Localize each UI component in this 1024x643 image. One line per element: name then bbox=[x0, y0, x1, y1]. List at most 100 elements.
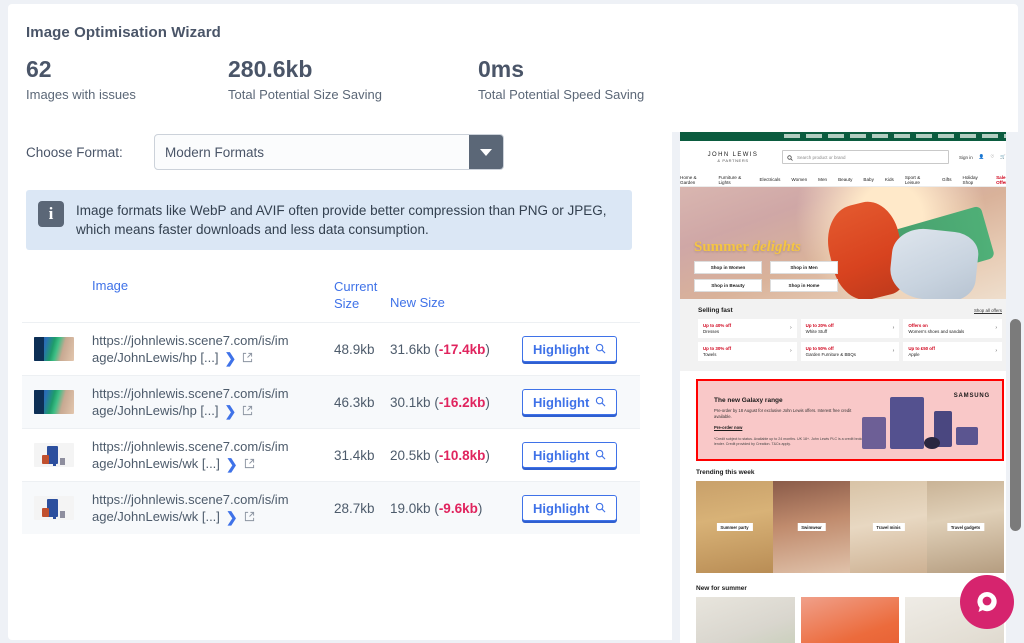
nav-item[interactable]: Women bbox=[791, 177, 807, 182]
info-icon: i bbox=[38, 201, 64, 227]
trending-section: Trending this week Summer party Swimwear… bbox=[680, 467, 1020, 581]
offer-headline: Up to £50 off bbox=[908, 345, 935, 351]
offer-tile[interactable]: Up to 40% off Dresses › bbox=[698, 319, 797, 338]
current-size-value: 31.4kb bbox=[334, 447, 375, 463]
nav-item[interactable]: Sport & Leisure bbox=[905, 175, 931, 185]
preview-scrollbar[interactable] bbox=[1006, 132, 1024, 643]
image-url-line2: age/JohnLewis/hp [...] bbox=[92, 403, 219, 418]
highlight-button[interactable]: Highlight bbox=[522, 336, 618, 362]
external-link-icon[interactable] bbox=[244, 458, 255, 469]
chevron-down-icon[interactable] bbox=[469, 135, 503, 169]
sign-in-link[interactable]: Sign in bbox=[959, 155, 973, 160]
current-size-value: 48.9kb bbox=[334, 341, 375, 357]
trending-tile[interactable]: Summer party bbox=[696, 481, 773, 573]
hero-cta-button[interactable]: Shop in Home bbox=[770, 279, 838, 292]
nav-item[interactable]: Baby bbox=[863, 177, 873, 182]
table-row: https://johnlewis.scene7.com/is/im age/J… bbox=[22, 428, 640, 481]
site-preview-panel[interactable]: JOHN LEWIS & PARTNERS Search product or … bbox=[672, 132, 1024, 643]
expand-chevron-icon[interactable]: ❯ bbox=[226, 510, 238, 524]
highlight-button[interactable]: Highlight bbox=[522, 495, 618, 521]
image-thumbnail bbox=[34, 496, 74, 520]
trending-tile-label: Travel gadgets bbox=[946, 523, 985, 531]
trending-tile-label: Summer party bbox=[716, 523, 753, 531]
saving-value: -10.8kb bbox=[438, 447, 486, 463]
hero-cta-button[interactable]: Shop in Men bbox=[770, 261, 838, 274]
account-icon[interactable]: 👤 bbox=[979, 154, 985, 160]
table-row: https://johnlewis.scene7.com/is/im age/J… bbox=[22, 322, 640, 375]
expand-chevron-icon[interactable]: ❯ bbox=[226, 457, 238, 471]
trending-tile[interactable]: Travel minis bbox=[850, 481, 927, 573]
trending-tile-label: Swimwear bbox=[797, 523, 826, 531]
new-for-summer-title: New for summer bbox=[696, 585, 747, 592]
choose-format-row: Choose Format: Modern Formats bbox=[26, 134, 504, 170]
image-url-line1: https://johnlewis.scene7.com/is/im bbox=[92, 439, 289, 454]
offer-headline: Offers on bbox=[908, 322, 928, 328]
new-size-cell: 30.1kb (-16.2kb) bbox=[390, 394, 490, 410]
search-icon bbox=[595, 448, 606, 463]
table-header-row: Image Current Size New Size bbox=[22, 270, 640, 322]
offer-tile[interactable]: Up to 20% off White Stuff › bbox=[800, 319, 900, 338]
external-link-icon[interactable] bbox=[242, 405, 253, 416]
offer-tile[interactable]: Up to 50% off Garden Furniture & BBQs › bbox=[800, 342, 900, 361]
image-url-line1: https://johnlewis.scene7.com/is/im bbox=[92, 386, 289, 401]
offer-headline: Up to 40% off bbox=[703, 322, 732, 328]
nav-item[interactable]: Electricals bbox=[759, 177, 780, 182]
image-url-line2: age/JohnLewis/hp [...] bbox=[92, 350, 219, 365]
shop-all-offers-link[interactable]: Shop all offers bbox=[974, 308, 1002, 313]
current-size-value: 46.3kb bbox=[334, 394, 375, 410]
chevron-right-icon: › bbox=[789, 325, 792, 331]
nav-item[interactable]: Men bbox=[818, 177, 827, 182]
offer-tile[interactable]: Up to £50 off Apple › bbox=[903, 342, 1002, 361]
new-size-cell: 19.0kb (-9.6kb) bbox=[390, 500, 483, 516]
highlight-button[interactable]: Highlight bbox=[522, 442, 618, 468]
nav-item[interactable]: Holiday Shop bbox=[963, 175, 986, 185]
table-header-current-size[interactable]: Current Size bbox=[334, 278, 390, 312]
trending-tile[interactable]: Swimwear bbox=[773, 481, 850, 573]
new-size-cell: 31.6kb (-17.4kb) bbox=[390, 341, 490, 357]
site-nav: Home & Garden Furniture & Lights Electri… bbox=[680, 173, 1020, 187]
site-utility-bar bbox=[680, 132, 1020, 141]
offer-tile[interactable]: Up to 30% off Towels › bbox=[698, 342, 797, 361]
saving-value: -17.4kb bbox=[438, 341, 486, 357]
current-size-value: 28.7kb bbox=[334, 500, 375, 516]
trending-title: Trending this week bbox=[696, 469, 755, 476]
samsung-banner-title: The new Galaxy range bbox=[714, 397, 783, 404]
table-header-image[interactable]: Image bbox=[92, 278, 334, 293]
image-optimisation-wizard-app: Image Optimisation Wizard 62 Images with… bbox=[0, 0, 1024, 643]
samsung-fine-print: *Credit subject to status. Available up … bbox=[714, 437, 874, 446]
image-url-cell: https://johnlewis.scene7.com/is/im age/J… bbox=[92, 438, 334, 472]
nav-item[interactable]: Furniture & Lights bbox=[718, 175, 748, 185]
expand-chevron-icon[interactable]: ❯ bbox=[224, 404, 236, 418]
format-select[interactable]: Modern Formats bbox=[154, 134, 504, 170]
images-table: Image Current Size New Size https://john… bbox=[22, 270, 640, 534]
nav-item[interactable]: Kids bbox=[885, 177, 894, 182]
new-for-summer-image bbox=[800, 597, 900, 643]
site-logo: JOHN LEWIS & PARTNERS bbox=[707, 151, 759, 163]
site-screenshot: JOHN LEWIS & PARTNERS Search product or … bbox=[680, 132, 1020, 643]
offer-tile[interactable]: Offers on Women's shoes and sandals › bbox=[903, 319, 1002, 338]
scrollbar-thumb[interactable] bbox=[1010, 319, 1021, 531]
offer-headline: Up to 30% off bbox=[703, 345, 732, 351]
wishlist-heart-icon[interactable]: ♡ bbox=[990, 154, 994, 160]
trending-tile-label: Travel minis bbox=[872, 523, 905, 531]
new-for-summer-item[interactable]: Sunset shades bbox=[800, 597, 900, 643]
hero-cta-button[interactable]: Shop in Women bbox=[694, 261, 762, 274]
new-for-summer-grid: Going natural Sunset shades The golden g… bbox=[696, 597, 1004, 643]
external-link-icon[interactable] bbox=[244, 511, 255, 522]
chat-search-fab[interactable] bbox=[960, 575, 1014, 629]
nav-item[interactable]: Home & Garden bbox=[680, 175, 707, 185]
highlight-button[interactable]: Highlight bbox=[522, 389, 618, 415]
site-search-input[interactable]: Search product or brand bbox=[782, 150, 949, 164]
trending-tile[interactable]: Travel gadgets bbox=[927, 481, 1004, 573]
expand-chevron-icon[interactable]: ❯ bbox=[224, 351, 236, 365]
external-link-icon[interactable] bbox=[242, 352, 253, 363]
hero-cta-group: Shop in Women Shop in Men Shop in Beauty… bbox=[694, 261, 838, 292]
row-action-cell: Highlight bbox=[522, 336, 640, 362]
search-icon bbox=[595, 395, 606, 410]
nav-item[interactable]: Beauty bbox=[838, 177, 852, 182]
nav-item[interactable]: Gifts bbox=[942, 177, 951, 182]
samsung-preorder-link[interactable]: Pre-order now bbox=[714, 425, 742, 430]
new-for-summer-item[interactable]: Going natural bbox=[696, 597, 795, 643]
table-header-new-size[interactable]: New Size bbox=[390, 278, 510, 310]
hero-cta-button[interactable]: Shop in Beauty bbox=[694, 279, 762, 292]
